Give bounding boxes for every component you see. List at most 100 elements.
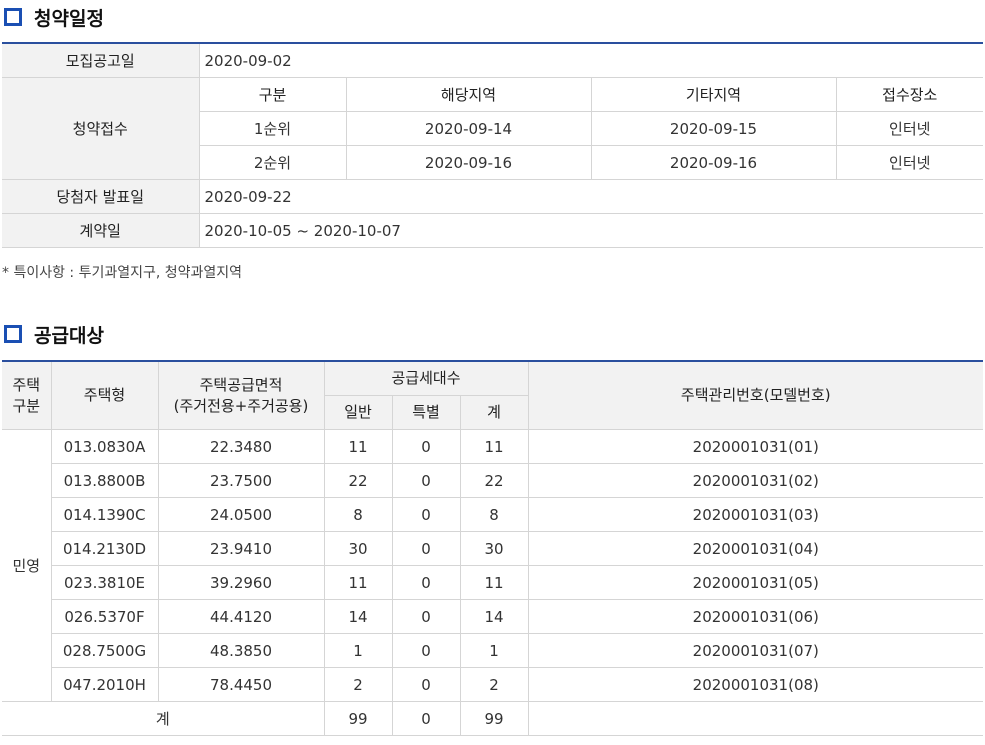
apply-place: 인터넷 [835, 111, 983, 146]
header-text: 주택 [12, 375, 41, 394]
mgmt-cell: 2020001031(07) [527, 633, 984, 668]
winner-date: 2020-09-22 [198, 179, 983, 214]
area-cell: 78.4450 [157, 667, 325, 702]
general-cell: 30 [323, 531, 393, 566]
contract-label: 계약일 [2, 213, 200, 248]
general-cell: 14 [323, 599, 393, 634]
table-row: 014.1390C 24.0500 8 0 8 2020001031(03) [2, 497, 984, 532]
mgmt-cell: 2020001031(03) [527, 497, 984, 532]
schedule-section-title: 청약일정 [2, 5, 104, 30]
special-cell: 0 [391, 667, 461, 702]
header-general: 일반 [323, 395, 393, 430]
header-text: 구분 [12, 396, 41, 415]
general-cell: 22 [323, 463, 393, 498]
special-cell: 0 [391, 429, 461, 464]
supply-section-title: 공급대상 [2, 322, 104, 347]
area-cell: 23.7500 [157, 463, 325, 498]
mgmt-cell: 2020001031(02) [527, 463, 984, 498]
apply-rank: 1순위 [198, 111, 347, 146]
header-mgmt-number: 주택관리번호(모델번호) [527, 360, 984, 430]
total-cell: 1 [459, 633, 529, 668]
schedule-table: 모집공고일 2020-09-02 청약접수 구분 해당지역 기타지역 접수장소 … [2, 42, 983, 248]
header-units: 공급세대수 [323, 360, 529, 396]
contract-date: 2020-10-05 ~ 2020-10-07 [198, 213, 983, 248]
mgmt-cell: 2020001031(06) [527, 599, 984, 634]
area-cell: 23.9410 [157, 531, 325, 566]
area-cell: 22.3480 [157, 429, 325, 464]
model-cell: 047.2010H [50, 667, 159, 702]
header-total: 계 [459, 395, 529, 430]
header-housing-category: 주택 구분 [2, 360, 52, 430]
table-row: 047.2010H 78.4450 2 0 2 2020001031(08) [2, 667, 984, 702]
model-cell: 028.7500G [50, 633, 159, 668]
total-special: 0 [391, 701, 461, 736]
total-label: 계 [2, 701, 325, 736]
total-cell: 11 [459, 429, 529, 464]
total-row: 계 99 0 99 [2, 701, 984, 736]
apply-header: 구분 [198, 77, 347, 112]
special-cell: 0 [391, 599, 461, 634]
model-cell: 014.2130D [50, 531, 159, 566]
table-row: 026.5370F 44.4120 14 0 14 2020001031(06) [2, 599, 984, 634]
header-text: (주거전용+주거공용) [173, 396, 309, 415]
apply-place: 인터넷 [835, 145, 983, 180]
model-cell: 013.0830A [50, 429, 159, 464]
special-cell: 0 [391, 565, 461, 600]
total-cell: 22 [459, 463, 529, 498]
special-cell: 0 [391, 497, 461, 532]
total-sum: 99 [459, 701, 529, 736]
apply-other-date: 2020-09-15 [590, 111, 837, 146]
model-cell: 014.1390C [50, 497, 159, 532]
mgmt-cell: 2020001031(04) [527, 531, 984, 566]
schedule-title: 청약일정 [34, 7, 104, 30]
section-bullet-icon [4, 8, 22, 26]
category-cell: 민영 [2, 429, 52, 702]
model-cell: 026.5370F [50, 599, 159, 634]
total-cell: 2 [459, 667, 529, 702]
table-row: 028.7500G 48.3850 1 0 1 2020001031(07) [2, 633, 984, 668]
header-special: 특별 [391, 395, 461, 430]
total-mgmt [527, 701, 984, 736]
mgmt-cell: 2020001031(08) [527, 667, 984, 702]
apply-label: 청약접수 [2, 77, 200, 180]
header-supply-area: 주택공급면적 (주거전용+주거공용) [157, 360, 325, 430]
announce-date: 2020-09-02 [198, 42, 983, 78]
apply-rank: 2순위 [198, 145, 347, 180]
model-cell: 013.8800B [50, 463, 159, 498]
table-row: 023.3810E 39.2960 11 0 11 2020001031(05) [2, 565, 984, 600]
model-cell: 023.3810E [50, 565, 159, 600]
supply-table: 주택 구분 주택형 주택공급면적 (주거전용+주거공용) 공급세대수 주택관리번… [2, 360, 984, 736]
area-cell: 39.2960 [157, 565, 325, 600]
area-cell: 24.0500 [157, 497, 325, 532]
apply-header: 접수장소 [835, 77, 983, 112]
mgmt-cell: 2020001031(05) [527, 565, 984, 600]
total-general: 99 [323, 701, 393, 736]
apply-header: 해당지역 [345, 77, 592, 112]
area-cell: 48.3850 [157, 633, 325, 668]
table-row: 013.8800B 23.7500 22 0 22 2020001031(02) [2, 463, 984, 498]
total-cell: 30 [459, 531, 529, 566]
apply-header: 기타지역 [590, 77, 837, 112]
special-cell: 0 [391, 531, 461, 566]
total-cell: 14 [459, 599, 529, 634]
total-cell: 8 [459, 497, 529, 532]
apply-local-date: 2020-09-14 [345, 111, 592, 146]
apply-other-date: 2020-09-16 [590, 145, 837, 180]
supply-title: 공급대상 [34, 324, 104, 347]
general-cell: 1 [323, 633, 393, 668]
mgmt-cell: 2020001031(01) [527, 429, 984, 464]
special-cell: 0 [391, 633, 461, 668]
table-row: 민영 013.0830A 22.3480 11 0 11 2020001031(… [2, 429, 984, 702]
general-cell: 2 [323, 667, 393, 702]
header-text: 주택공급면적 [199, 375, 283, 394]
announce-label: 모집공고일 [2, 42, 200, 78]
winner-label: 당첨자 발표일 [2, 179, 200, 214]
table-row: 014.2130D 23.9410 30 0 30 2020001031(04) [2, 531, 984, 566]
general-cell: 11 [323, 429, 393, 464]
header-model: 주택형 [50, 360, 159, 430]
area-cell: 44.4120 [157, 599, 325, 634]
section-bullet-icon [4, 325, 22, 343]
total-cell: 11 [459, 565, 529, 600]
general-cell: 11 [323, 565, 393, 600]
special-note: * 특이사항 : 투기과열지구, 청약과열지역 [2, 265, 243, 281]
